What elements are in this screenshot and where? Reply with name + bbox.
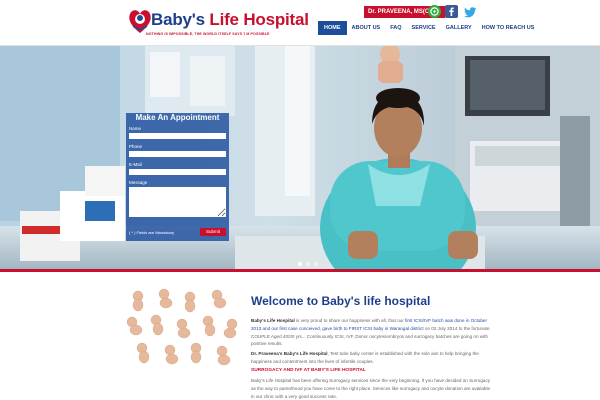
surrogacy-heading: SURROGACY AND IVF AT BABY'S LIFE HOSPITA… [251,368,366,373]
message-label: Message [129,180,148,185]
slider-dot[interactable] [306,262,310,266]
site-header: Baby's Life Hospital NOTHING IS IMPOSSIB… [0,0,600,46]
nav-about-us[interactable]: ABOUT US [347,21,386,35]
submit-button[interactable]: Submit [200,228,226,236]
phone-label: Phone [129,144,143,149]
name-input[interactable] [129,133,226,139]
twitter-icon[interactable] [464,5,477,18]
slider-dots [298,262,318,266]
logo-name-part1: Baby's [151,10,210,29]
intro-bold: Baby's Life Hospital [251,318,295,323]
logo-tagline: NOTHING IS IMPOSSIBLE, THE WORLD ITSELF … [146,32,270,36]
nav-gallery[interactable]: GALLERY [441,21,477,35]
logo-name-part2: Life Hospital [209,10,309,29]
slider-dot[interactable] [298,262,302,266]
phone-input[interactable] [129,151,226,157]
nav-home[interactable]: HOME [318,21,347,35]
email-label: E-Mail [129,162,142,167]
slider-dot[interactable] [314,262,318,266]
nav-service[interactable]: SERVICE [407,21,441,35]
welcome-title: Welcome to Baby's life hospital [251,294,431,308]
intro-paragraph: Baby's Life Hospital is very proud to sh… [251,317,491,348]
appointment-title: Make An Appointment [135,113,220,122]
surrogacy-paragraph: Baby's Life Hospital has been offering S… [251,378,491,399]
appointment-form: Make An Appointment Name Phone E-Mail Me… [126,113,229,241]
about-bold: Dr. Praveena's Baby's Life Hospital [251,351,328,356]
email-input[interactable] [129,169,226,175]
message-textarea[interactable] [129,187,226,217]
name-label: Name [129,126,142,131]
main-nav: HOME ABOUT US FAQ SERVICE GALLERY HOW TO… [318,21,539,35]
logo-name: Baby's Life Hospital [151,10,309,30]
hero-photo [0,46,600,269]
about-paragraph: Dr. Praveena's Baby's Life Hospital, Tes… [251,350,491,366]
babies-image [124,288,242,370]
mandatory-note: ( * ) Fields are Mandatory [129,230,175,235]
logo[interactable]: Baby's Life Hospital NOTHING IS IMPOSSIB… [128,6,309,42]
facebook-icon[interactable] [445,5,458,18]
nav-how-to-reach-us[interactable]: HOW TO REACH US [477,21,540,35]
intro-text-a: is very proud to share our happiness wit… [294,318,406,323]
whatsapp-icon[interactable] [428,5,441,18]
hero-slider: Make An Appointment Name Phone E-Mail Me… [0,46,600,272]
nav-faq[interactable]: FAQ [385,21,406,35]
